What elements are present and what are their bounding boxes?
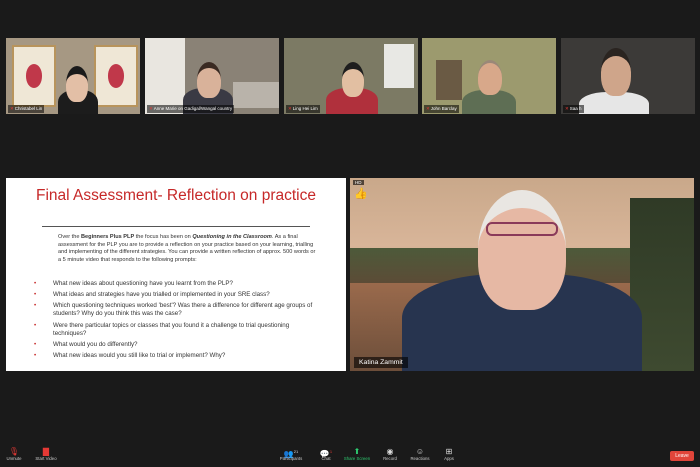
couch [233,82,279,108]
speaker-face [478,190,566,310]
meeting-toolbar: 🎙 Unmute ▇ Start Video 👥21 Participants 💬1 C… [0,445,700,467]
participant-name: ✕Anne Marie on Gadigal/Wangal country [147,105,235,113]
speaker-name: Katina Zammit [354,357,408,368]
muted-mic-icon: ✕ [426,106,430,111]
thumbs-up-reaction-icon: 👍 [354,188,368,200]
chat-button[interactable]: 💬1 Chat [318,447,334,461]
participant-tile-4[interactable]: ✕John Barclay [422,38,556,114]
share-screen-button[interactable]: ⬆ Share Screen [342,447,372,461]
prompt-item: Were there particular topics or classes … [34,322,316,338]
reactions-button[interactable]: ☺ Reactions [408,447,432,461]
participant-face [601,48,631,96]
participant-tile-1[interactable]: ✕Christabel Lin [6,38,140,114]
record-icon: ◉ [386,447,394,456]
prompt-item: What ideas and strategies have you trial… [34,291,316,299]
prompt-item: What would you do differently? [34,341,316,349]
participant-tile-2[interactable]: ✕Anne Marie on Gadigal/Wangal country [145,38,279,114]
unmute-button[interactable]: 🎙 Unmute [4,447,24,461]
chat-icon: 💬1 [319,449,333,459]
participant-face [66,66,88,102]
record-button[interactable]: ◉ Record [380,447,400,461]
participant-face [342,62,364,97]
fridge [384,44,414,88]
reactions-icon: ☺ [415,447,425,456]
apps-button[interactable]: ⊞ Apps [440,447,458,461]
slide-intro: Over the Beginners Plus PLP the focus ha… [58,234,316,263]
prompt-list: What new ideas about questioning have yo… [34,280,316,363]
shared-slide: Final Assessment- Reflection on practice… [6,178,346,371]
muted-mic-icon: ✕ [288,106,292,111]
prompt-item: What new ideas would you still like to t… [34,352,316,360]
participant-tile-5[interactable]: ✕Saa h [561,38,695,114]
muted-mic-icon: ✕ [149,106,153,111]
video-off-icon: ▇ [42,447,50,456]
hd-badge: HD [353,180,364,185]
apps-icon: ⊞ [445,447,453,456]
participant-face [197,62,221,98]
participant-name: ✕Saa h [563,105,584,113]
framed-picture [94,45,138,107]
mic-muted-icon: 🎙 [8,447,20,456]
wall [145,38,185,114]
start-video-button[interactable]: ▇ Start Video [32,447,60,461]
share-screen-icon: ⬆ [353,447,361,456]
muted-mic-icon: ✕ [565,106,569,111]
leave-button[interactable]: Leave [670,451,694,461]
cabinet [436,60,462,100]
participant-name: ✕Ling Hei Lim [286,105,320,113]
title-divider [42,226,310,227]
muted-mic-icon: ✕ [10,106,14,111]
participant-tile-3[interactable]: ✕Ling Hei Lim [284,38,418,114]
participant-name: ✕John Barclay [424,105,459,113]
participant-face [478,60,502,95]
participants-button[interactable]: 👥21 Participants [275,447,307,461]
slide-title: Final Assessment- Reflection on practice [36,187,316,204]
prompt-item: What new ideas about questioning have yo… [34,280,316,288]
participant-name: ✕Christabel Lin [8,105,45,113]
glasses [486,222,558,236]
participants-icon: 👥21 [283,449,299,459]
framed-picture [12,45,56,107]
prompt-item: Which questioning techniques worked 'bes… [34,302,316,318]
speaker-video[interactable]: HD 👍 Katina Zammit [350,178,694,371]
